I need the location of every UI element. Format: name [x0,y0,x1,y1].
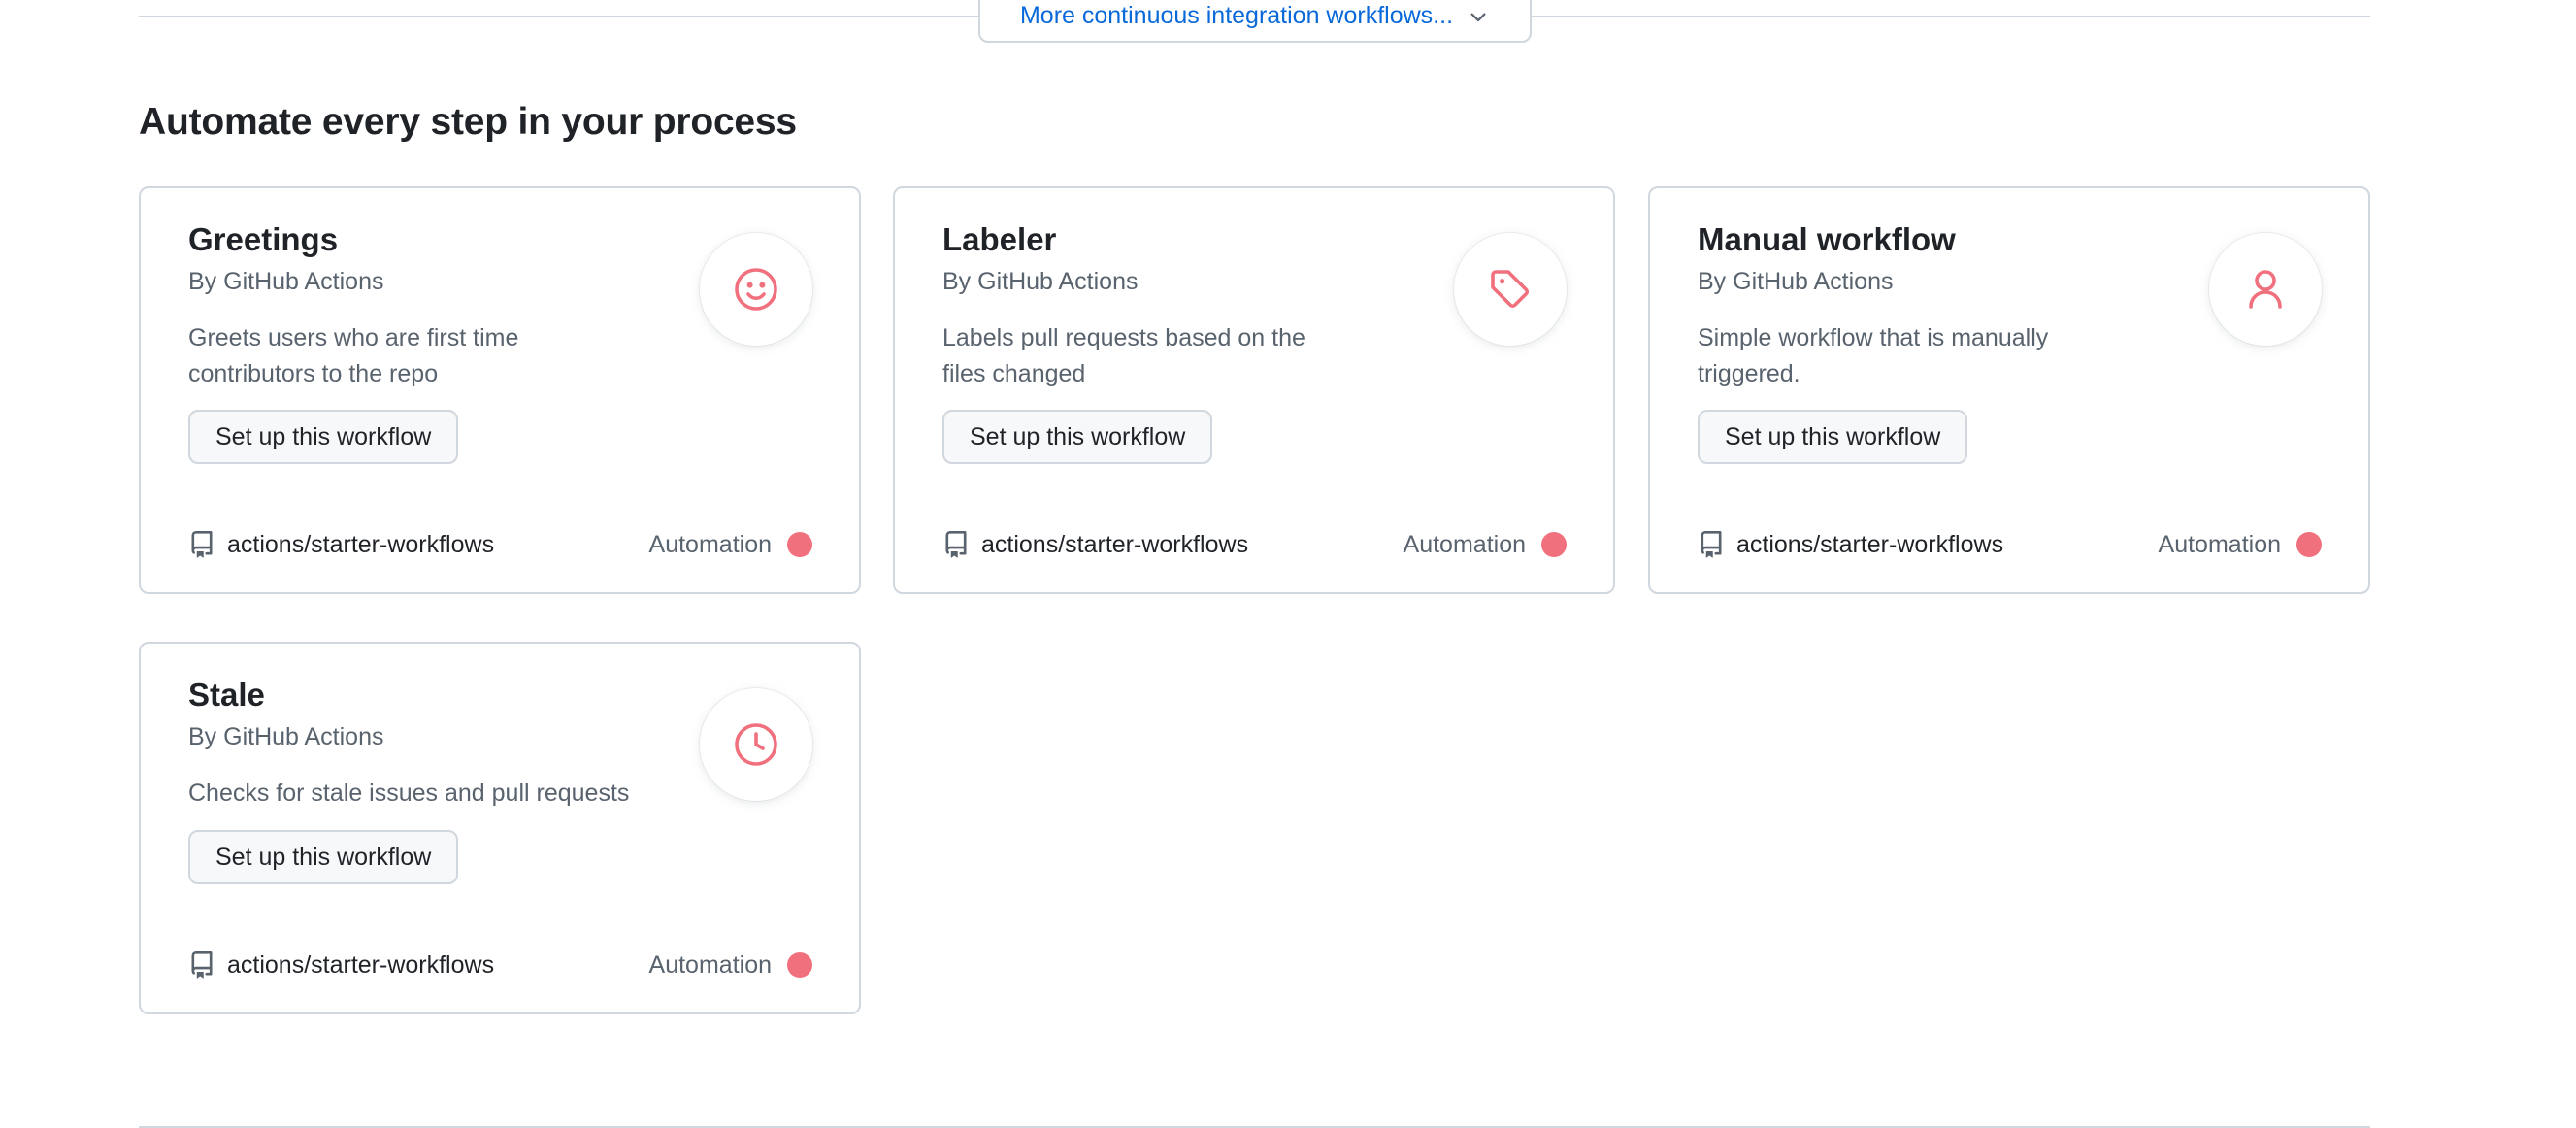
more-ci-workflows-label: More continuous integration workflows... [1019,1,1454,29]
category-dot [787,952,812,978]
repo-name: actions/starter-workflows [1736,530,2004,558]
smiley-icon [735,268,777,311]
card-author: By GitHub Actions [942,268,1139,295]
repo-name: actions/starter-workflows [227,950,495,979]
card-footer: actions/starter-workflows Automation [188,530,812,559]
card-title: Labeler [942,221,1057,257]
repo-link[interactable]: actions/starter-workflows [942,530,1248,559]
card-author: By GitHub Actions [1698,268,1894,295]
category-label: Automation [649,531,812,559]
category-dot [787,532,812,557]
category-text: Automation [1403,530,1526,558]
card-title: Manual workflow [1698,221,1956,257]
person-icon [2249,270,2282,309]
repo-icon [1701,531,1722,558]
category-label: Automation [1404,531,1567,559]
card-description: Labels pull requests based on the files … [942,324,1305,387]
category-text: Automation [648,950,772,979]
repo-icon [191,951,213,979]
section-title: Automate every step in your process [139,101,797,143]
repo-link[interactable]: actions/starter-workflows [188,530,494,559]
workflow-card-greetings: Greetings By GitHub Actions Greets users… [139,186,861,594]
setup-workflow-button[interactable]: Set up this workflow [942,410,1213,464]
more-ci-workflows-button[interactable]: More continuous integration workflows... [978,0,1532,43]
repo-icon [945,531,967,558]
clock-icon [735,723,777,766]
card-author: By GitHub Actions [188,723,384,750]
repo-link[interactable]: actions/starter-workflows [1698,530,2003,559]
repo-icon [191,531,213,558]
category-dot [2296,532,2322,557]
card-description: Checks for stale issues and pull request… [188,780,630,807]
setup-workflow-button[interactable]: Set up this workflow [1698,410,1968,464]
tag-icon [1491,270,1530,309]
card-footer: actions/starter-workflows Automation [188,950,812,979]
card-footer: actions/starter-workflows Automation [942,530,1567,559]
setup-workflow-button[interactable]: Set up this workflow [188,830,459,884]
repo-name: actions/starter-workflows [227,530,495,558]
workflow-card-labeler: Labeler By GitHub Actions Labels pull re… [893,186,1615,594]
repo-name: actions/starter-workflows [981,530,1249,558]
card-icon-badge [700,233,812,346]
card-footer: actions/starter-workflows Automation [1698,530,2322,559]
repo-link[interactable]: actions/starter-workflows [188,950,494,979]
category-text: Automation [2158,530,2281,558]
chevron-down-icon [1470,13,1486,22]
category-dot [1541,532,1567,557]
card-description: Simple workflow that is manually trigger… [1698,324,2049,387]
card-title: Stale [188,677,265,713]
card-icon-badge [2209,233,2322,346]
card-icon-badge [700,688,812,801]
workflow-card-manual: Manual workflow By GitHub Actions Simple… [1648,186,2370,594]
card-author: By GitHub Actions [188,268,384,295]
category-label: Automation [2159,531,2322,559]
card-title: Greetings [188,221,339,257]
category-text: Automation [648,530,772,558]
category-label: Automation [649,951,812,979]
card-description: Greets users who are first time contribu… [188,324,519,387]
setup-workflow-button[interactable]: Set up this workflow [188,410,459,464]
workflow-card-stale: Stale By GitHub Actions Checks for stale… [139,642,861,1014]
card-icon-badge [1454,233,1567,346]
